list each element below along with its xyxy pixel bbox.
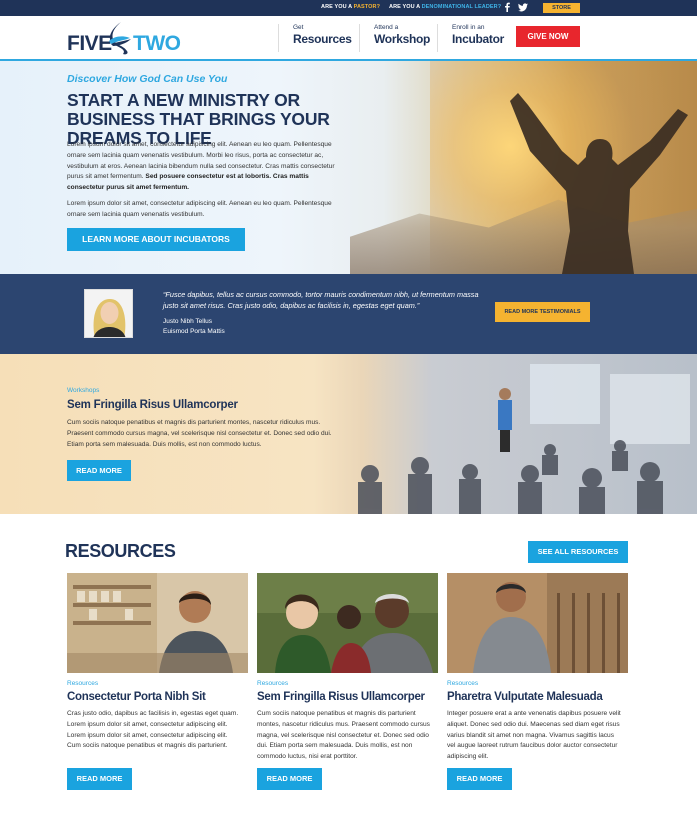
resource-card-1-image[interactable] <box>67 573 248 673</box>
nav-workshop[interactable]: Attend a Workshop <box>359 24 430 52</box>
logo-two-text: TWO <box>133 32 181 55</box>
mentoring-photo <box>257 573 438 673</box>
resource-card-3-title[interactable]: Pharetra Vulputate Malesuada <box>447 691 603 703</box>
resource-card-1-read-more-button[interactable]: READ MORE <box>67 768 132 790</box>
nav-incubator-big: Incubator <box>452 32 504 46</box>
avatar-portrait <box>85 290 132 337</box>
resource-card-2-body: Cum sociis natoque penatibus et magnis d… <box>257 710 430 761</box>
workshop-body: Cum sociis natoque penatibus et magnis d… <box>67 419 332 448</box>
testimonial-quote: “Fusce dapibus, tellus ac cursus commodo… <box>163 290 479 310</box>
man-portrait-photo <box>447 573 628 673</box>
workshop-kicker: Workshops <box>67 387 100 394</box>
resource-card-1-title[interactable]: Consectetur Porta Nibh Sit <box>67 691 206 703</box>
resource-card-2-kicker: Resources <box>257 680 289 687</box>
main-header: FIVE TWO Get Resources Attend a Workshop… <box>0 16 697 61</box>
workshop-title: Sem Fringilla Risus Ullamcorper <box>67 399 238 411</box>
resource-card-2-title[interactable]: Sem Fringilla Risus Ullamcorper <box>257 691 425 703</box>
twitter-icon[interactable] <box>518 3 528 14</box>
resource-card-1-body: Cras justo odio, dapibus ac facilisis in… <box>67 710 239 750</box>
facebook-icon[interactable] <box>504 2 510 14</box>
see-all-resources-button[interactable]: SEE ALL RESOURCES <box>528 541 628 563</box>
store-button[interactable]: STORE <box>543 3 580 13</box>
resource-card-1: Resources Consectetur Porta Nibh Sit Cra… <box>67 573 248 793</box>
resource-card-1-kicker: Resources <box>67 680 99 687</box>
facebook-glyph <box>505 2 510 12</box>
hero-paragraph-2: Lorem ipsum dolor sit amet, consectetur … <box>67 200 332 218</box>
nav-resources[interactable]: Get Resources <box>278 24 352 52</box>
nav-workshop-small: Attend a <box>374 24 399 31</box>
workshop-read-more-button[interactable]: READ MORE <box>67 460 131 481</box>
pastor-link[interactable]: ARE YOU A PASTOR? <box>321 4 380 10</box>
nav-incubator[interactable]: Enroll in an Incubator <box>437 24 504 52</box>
nav-resources-big: Resources <box>293 32 352 46</box>
hero-kicker: Discover How God Can Use You <box>67 73 228 85</box>
nav-workshop-big: Workshop <box>374 32 431 46</box>
top-bar: ARE YOU A PASTOR? ARE YOU A DENOMINATION… <box>0 0 697 16</box>
hero-person-image <box>510 93 688 274</box>
leader-link-highlight: DENOMINATIONAL LEADER? <box>421 4 502 10</box>
resource-card-2-image[interactable] <box>257 573 438 673</box>
resource-card-3-body: Integer posuere erat a ante venenatis da… <box>447 710 621 761</box>
resource-card-3-kicker: Resources <box>447 680 479 687</box>
give-now-button[interactable]: GIVE NOW <box>516 26 580 47</box>
shop-owner-photo <box>67 573 248 673</box>
testimonial-author-name: Justo Nibh Tellus <box>163 318 213 325</box>
resource-card-3: Resources Pharetra Vulputate Malesuada I… <box>447 573 628 793</box>
pastor-link-prefix: ARE YOU A <box>321 4 354 10</box>
read-more-testimonials-button[interactable]: READ MORE TESTIMONIALS <box>495 302 590 322</box>
workshop-audience-image <box>358 364 690 514</box>
testimonial-avatar <box>84 289 133 338</box>
resources-heading: RESOURCES <box>65 541 176 561</box>
testimonial-section: “Fusce dapibus, tellus ac cursus commodo… <box>0 274 697 354</box>
leader-link-prefix: ARE YOU A <box>389 4 422 10</box>
resource-card-2: Resources Sem Fringilla Risus Ullamcorpe… <box>257 573 438 793</box>
testimonial-author-org: Euismod Porta Mattis <box>163 328 225 335</box>
resource-card-3-image[interactable] <box>447 573 628 673</box>
twitter-glyph <box>518 3 528 12</box>
workshop-section: Workshops Sem Fringilla Risus Ullamcorpe… <box>0 354 697 514</box>
fivetwo-logo[interactable]: FIVE TWO <box>67 21 181 55</box>
testimonial-author: Justo Nibh Tellus Euismod Porta Mattis <box>163 317 225 337</box>
nav-incubator-small: Enroll in an <box>452 24 485 31</box>
learn-more-incubators-button[interactable]: LEARN MORE ABOUT INCUBATORS <box>67 228 245 251</box>
nav-resources-small: Get <box>293 24 304 31</box>
logo-fish-icon <box>109 22 131 55</box>
resource-card-2-read-more-button[interactable]: READ MORE <box>257 768 322 790</box>
hero-section: Discover How God Can Use You START A NEW… <box>0 61 697 274</box>
denominational-leader-link[interactable]: ARE YOU A DENOMINATIONAL LEADER? <box>389 4 501 10</box>
resource-card-3-read-more-button[interactable]: READ MORE <box>447 768 512 790</box>
pastor-link-highlight: PASTOR? <box>353 4 381 10</box>
hero-paragraph-1: Lorem ipsum dolor sit amet, consectetur … <box>67 140 342 194</box>
